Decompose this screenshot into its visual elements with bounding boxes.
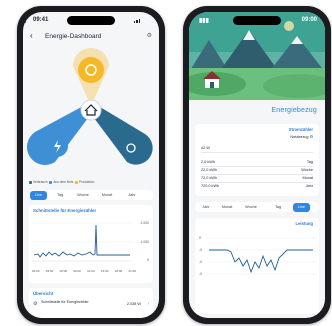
overview-card: Übersicht ⚙ Schnittstelle für Energiezäh… [29,288,153,318]
x-tick: 06:00 [59,269,68,273]
y-tick: -0 [199,260,203,264]
meter-row-label: Jahr [305,184,313,188]
overview-item[interactable]: ⚙ Schnittstelle für Energiezähler 2.038 … [33,300,149,310]
meter-icon: ⚙ [309,135,313,139]
hero-title: Energiebezug [271,107,317,114]
meter-row: 720,0 kWh Jahr [201,182,313,190]
meter-live-row: 42 W [201,144,313,153]
power-line-chart [32,222,132,262]
dynamic-island [67,16,115,25]
tab-week[interactable]: Woche [241,203,261,212]
phone-right: ▮▮▮ 09:00 Energiebezug Stromzähler Netzb… [183,6,331,324]
chevron-right-icon: › [147,301,149,307]
legend: Verbrauch Aus dem Netz Produktion [29,180,153,186]
meter-card: Stromzähler Netzbezug ⚙ 42 W 2,0 kWh Tag… [195,124,319,196]
tab-year[interactable]: Jahr [198,203,214,212]
meter-row-value: 2,0 kWh [201,160,215,164]
signal-icon: ▮▮▮ [199,18,209,24]
y-tick-0: 0 [147,258,149,262]
meter-row-label: Monat [302,176,313,180]
tab-year[interactable]: Jahr [123,191,141,200]
tab-week[interactable]: Woche [73,191,93,200]
period-tabs: Jahr Monat Woche Tag Live [195,202,319,212]
x-tick: 18:00 [114,269,123,273]
y-tick-1000: 1.000 [140,240,150,244]
meter-live-value: 42 W [201,146,210,150]
consumer-node [121,138,141,158]
status-bar: 09:41 [23,12,159,28]
energy-flow-diagram [26,48,153,166]
signal-icon [133,17,142,23]
phone-left: 09:41 ‹ Energie-Dashboard ⚙ Verbrauch Au… [17,6,165,324]
y-tick-2000: 2.000 [140,221,150,225]
x-tick: 09:00 [73,269,81,273]
power-chart-card: Leistung 0 -0 -0 -0 [195,218,319,314]
legend-production: Produktion [79,180,95,184]
meter-icon: ⚙ [33,301,38,307]
overview-item-value: 2.038 W [126,302,141,306]
sun-node [78,57,104,83]
tab-month[interactable]: Monat [217,203,237,212]
meter-row-label: Tag [306,160,313,164]
dynamic-island [233,16,281,25]
legend-grid: Aus dem Netz [53,180,74,184]
back-icon[interactable]: ‹ [30,31,33,40]
left-screen: 09:41 ‹ Energie-Dashboard ⚙ Verbrauch Au… [23,12,159,318]
chart-title: Schnittstelle für Energiezähler [33,208,97,213]
right-screen: ▮▮▮ 09:00 Energiebezug Stromzähler Netzb… [189,12,325,318]
status-bar: ▮▮▮ 09:00 [189,12,325,28]
status-time: 09:41 [33,17,49,23]
x-tick: 21:00 [128,269,136,273]
overview-title: Übersicht [33,291,54,296]
meter-row-value: 72,0 kWh [201,176,218,180]
status-time: 09:00 [301,17,317,23]
meter-subtitle: Netzbezug ⚙ [290,134,313,139]
y-tick: -0 [199,272,203,276]
power-series-line [33,224,130,258]
app-header: ‹ Energie-Dashboard ⚙ [23,30,159,44]
x-tick: 15:00 [100,269,109,273]
y-tick: -0 [199,248,203,252]
tab-day[interactable]: Tag [53,191,67,200]
legend-consumption: Verbrauch [33,180,48,184]
period-tabs: Live Tag Woche Monat Jahr [29,190,153,200]
x-tick: 12:00 [87,269,95,273]
home-node [80,99,102,121]
x-axis-ticks: 00:00 03:00 06:00 09:00 12:00 15:00 18:0… [32,269,136,273]
tab-month[interactable]: Monat [97,191,117,200]
gear-icon[interactable]: ⚙ [147,32,152,39]
meter-subtitle-text: Netzbezug [290,135,309,139]
tab-day[interactable]: Tag [271,203,285,212]
meter-row-value: 720,0 kWh [201,184,220,188]
x-tick: 00:00 [32,269,40,273]
power-line-chart [207,237,315,275]
meter-row-value: 22,0 kWh [201,168,218,172]
meter-row-label: Woche [301,168,313,172]
x-tick: 03:00 [45,269,54,273]
power-series-line [209,249,313,274]
power-chart-card: Schnittstelle für Energiezähler 2.000 1.… [29,205,153,283]
y-tick: 0 [199,236,201,240]
tab-live[interactable]: Live [293,202,310,212]
chart-title: Leistung [295,221,313,226]
battery-icon [23,17,26,23]
meter-card-title: Stromzähler [288,127,313,132]
tab-live[interactable]: Live [30,190,47,200]
page-title: Energie-Dashboard [45,33,102,40]
overview-item-label: Schnittstelle für Energiezähler [41,300,89,304]
